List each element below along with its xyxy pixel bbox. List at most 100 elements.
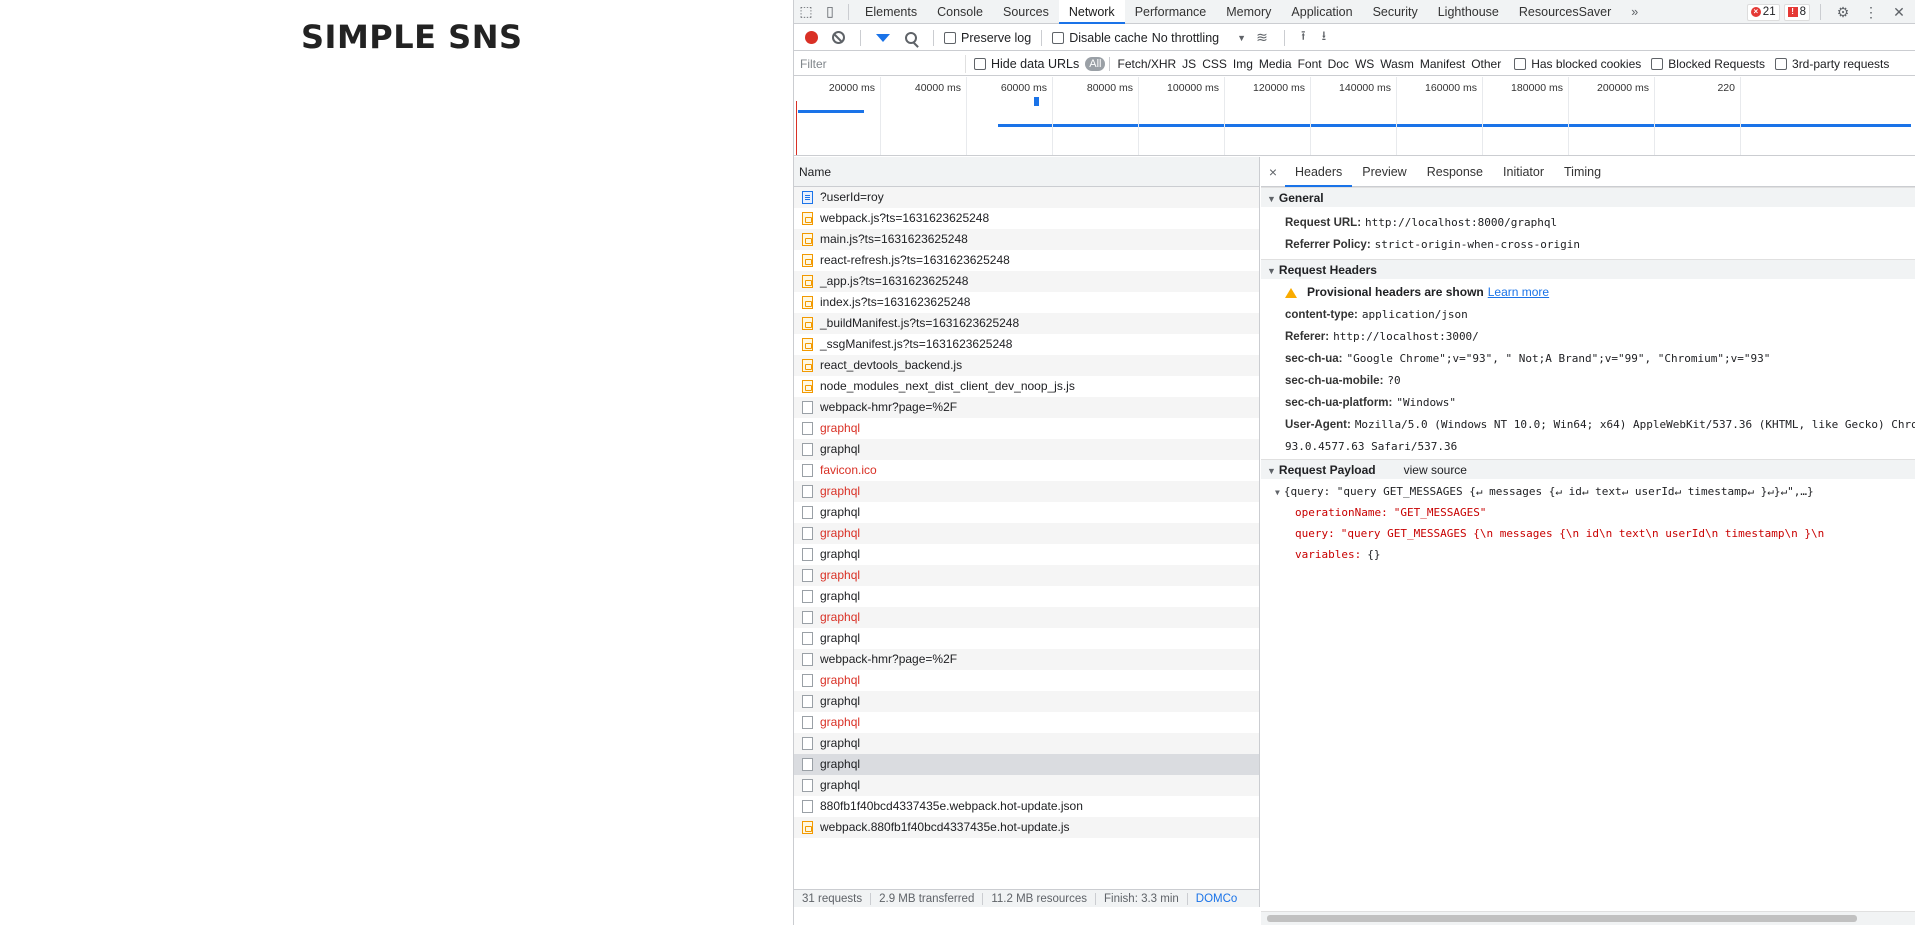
filter-type-all[interactable]: All: [1085, 56, 1106, 71]
general-section-header[interactable]: ▼ General: [1261, 187, 1915, 207]
device-toolbar-icon[interactable]: ▯: [818, 0, 842, 24]
checkbox-box[interactable]: [1514, 57, 1527, 70]
request-row[interactable]: ?userId=roy: [794, 187, 1259, 208]
request-row[interactable]: react_devtools_backend.js: [794, 355, 1259, 376]
filter-type-img[interactable]: Img: [1230, 57, 1256, 71]
timeline-tick-label: 120000 ms: [1253, 82, 1305, 94]
error-icon: ×: [1750, 7, 1761, 17]
tab-security[interactable]: Security: [1363, 0, 1428, 24]
detail-tab-headers[interactable]: Headers: [1285, 157, 1353, 187]
errors-badge[interactable]: × 21: [1746, 3, 1780, 21]
view-source-link[interactable]: view source: [1404, 463, 1467, 477]
request-row[interactable]: webpack-hmr?page=%2F: [794, 397, 1259, 418]
tab-application[interactable]: Application: [1281, 0, 1362, 24]
tab-sources[interactable]: Sources: [993, 0, 1059, 24]
checkbox-box[interactable]: [1651, 57, 1664, 70]
tab-console[interactable]: Console: [927, 0, 993, 24]
checkbox-box[interactable]: [1052, 31, 1065, 44]
tab-network[interactable]: Network: [1058, 0, 1125, 24]
checkbox-box[interactable]: [1775, 57, 1788, 70]
has-blocked-cookies-checkbox[interactable]: Has blocked cookies: [1514, 57, 1641, 71]
inspect-element-icon[interactable]: ⬚: [794, 0, 818, 24]
filter-type-wasm[interactable]: Wasm: [1377, 57, 1417, 71]
disable-cache-checkbox[interactable]: Disable cache: [1052, 31, 1148, 45]
request-row[interactable]: graphql: [794, 775, 1259, 796]
request-row[interactable]: graphql: [794, 712, 1259, 733]
filter-input[interactable]: Filter: [794, 54, 966, 73]
tab-lighthouse[interactable]: Lighthouse: [1428, 0, 1509, 24]
preserve-log-checkbox[interactable]: Preserve log: [944, 31, 1031, 45]
payload-summary-row[interactable]: ▼ {query: "query GET_MESSAGES {↵ messages…: [1261, 481, 1915, 502]
tab-resourcessaver[interactable]: ResourcesSaver: [1509, 0, 1621, 24]
request-row[interactable]: graphql: [794, 523, 1259, 544]
network-overview-timeline[interactable]: 20000 ms 40000 ms 60000 ms 80000 ms 100000 m…: [794, 77, 1915, 156]
request-row[interactable]: graphql: [794, 544, 1259, 565]
detail-tab-initiator[interactable]: Initiator: [1493, 157, 1554, 187]
filter-type-manifest[interactable]: Manifest: [1417, 57, 1468, 71]
request-row[interactable]: webpack.880fb1f40bcd4337435e.hot-update.…: [794, 817, 1259, 838]
horizontal-scrollbar[interactable]: [1261, 911, 1915, 925]
close-icon[interactable]: ✕: [1887, 0, 1911, 24]
filter-type-font[interactable]: Font: [1295, 57, 1325, 71]
request-row[interactable]: graphql: [794, 628, 1259, 649]
filter-type-js[interactable]: JS: [1179, 57, 1199, 71]
detail-tab-timing[interactable]: Timing: [1554, 157, 1611, 187]
request-row[interactable]: graphql: [794, 418, 1259, 439]
tab-memory[interactable]: Memory: [1216, 0, 1281, 24]
request-row[interactable]: graphql: [794, 754, 1259, 775]
request-row[interactable]: graphql: [794, 607, 1259, 628]
request-row[interactable]: index.js?ts=1631623625248: [794, 292, 1259, 313]
request-row[interactable]: graphql: [794, 670, 1259, 691]
filter-type-other[interactable]: Other: [1468, 57, 1504, 71]
clear-icon[interactable]: [832, 31, 845, 44]
search-icon[interactable]: [905, 31, 917, 44]
tab-performance[interactable]: Performance: [1125, 0, 1217, 24]
issues-badge[interactable]: ! 8: [1783, 3, 1810, 21]
detail-tab-response[interactable]: Response: [1417, 157, 1493, 187]
scrollbar-thumb[interactable]: [1267, 915, 1857, 922]
request-row[interactable]: main.js?ts=1631623625248: [794, 229, 1259, 250]
checkbox-box[interactable]: [944, 31, 956, 44]
request-row[interactable]: graphql: [794, 481, 1259, 502]
filter-type-media[interactable]: Media: [1256, 57, 1295, 71]
throttling-select[interactable]: No throttling ▼: [1152, 31, 1246, 45]
request-row[interactable]: _app.js?ts=1631623625248: [794, 271, 1259, 292]
detail-tab-preview[interactable]: Preview: [1352, 157, 1416, 187]
request-row[interactable]: graphql: [794, 586, 1259, 607]
learn-more-link[interactable]: Learn more: [1488, 285, 1549, 299]
network-conditions-icon[interactable]: ≋: [1250, 26, 1274, 50]
request-headers-section-header[interactable]: ▼ Request Headers: [1261, 259, 1915, 279]
filter-type-css[interactable]: CSS: [1199, 57, 1230, 71]
request-row[interactable]: node_modules_next_dist_client_dev_noop_j…: [794, 376, 1259, 397]
request-row[interactable]: graphql: [794, 565, 1259, 586]
filter-type-ws[interactable]: WS: [1352, 57, 1377, 71]
close-detail-icon[interactable]: ×: [1261, 164, 1285, 180]
hide-data-urls-checkbox[interactable]: Hide data URLs: [974, 57, 1079, 71]
export-har-icon[interactable]: ⭳: [1322, 27, 1327, 49]
column-header-name[interactable]: Name: [794, 157, 1259, 187]
request-payload-section-header[interactable]: ▼ Request Payload view source: [1261, 459, 1915, 479]
filter-icon[interactable]: [876, 33, 890, 42]
request-row[interactable]: 880fb1f40bcd4337435e.webpack.hot-update.…: [794, 796, 1259, 817]
record-icon[interactable]: [805, 31, 818, 44]
third-party-checkbox[interactable]: 3rd-party requests: [1775, 57, 1889, 71]
blocked-requests-checkbox[interactable]: Blocked Requests: [1651, 57, 1765, 71]
checkbox-box[interactable]: [974, 57, 986, 70]
request-row[interactable]: webpack.js?ts=1631623625248: [794, 208, 1259, 229]
filter-type-fetch-xhr[interactable]: Fetch/XHR: [1114, 57, 1179, 71]
more-tabs-icon[interactable]: »: [1621, 0, 1648, 24]
request-row[interactable]: _buildManifest.js?ts=1631623625248: [794, 313, 1259, 334]
request-row[interactable]: _ssgManifest.js?ts=1631623625248: [794, 334, 1259, 355]
more-options-icon[interactable]: ⋮: [1859, 0, 1883, 24]
settings-gear-icon[interactable]: ⚙: [1831, 0, 1855, 24]
request-row[interactable]: webpack-hmr?page=%2F: [794, 649, 1259, 670]
request-row[interactable]: react-refresh.js?ts=1631623625248: [794, 250, 1259, 271]
request-row[interactable]: graphql: [794, 502, 1259, 523]
request-row[interactable]: graphql: [794, 733, 1259, 754]
tab-elements[interactable]: Elements: [855, 0, 927, 24]
filter-type-doc[interactable]: Doc: [1325, 57, 1352, 71]
request-row[interactable]: graphql: [794, 439, 1259, 460]
request-row[interactable]: graphql: [794, 691, 1259, 712]
request-row[interactable]: favicon.ico: [794, 460, 1259, 481]
import-har-icon[interactable]: ⭱: [1301, 27, 1306, 49]
